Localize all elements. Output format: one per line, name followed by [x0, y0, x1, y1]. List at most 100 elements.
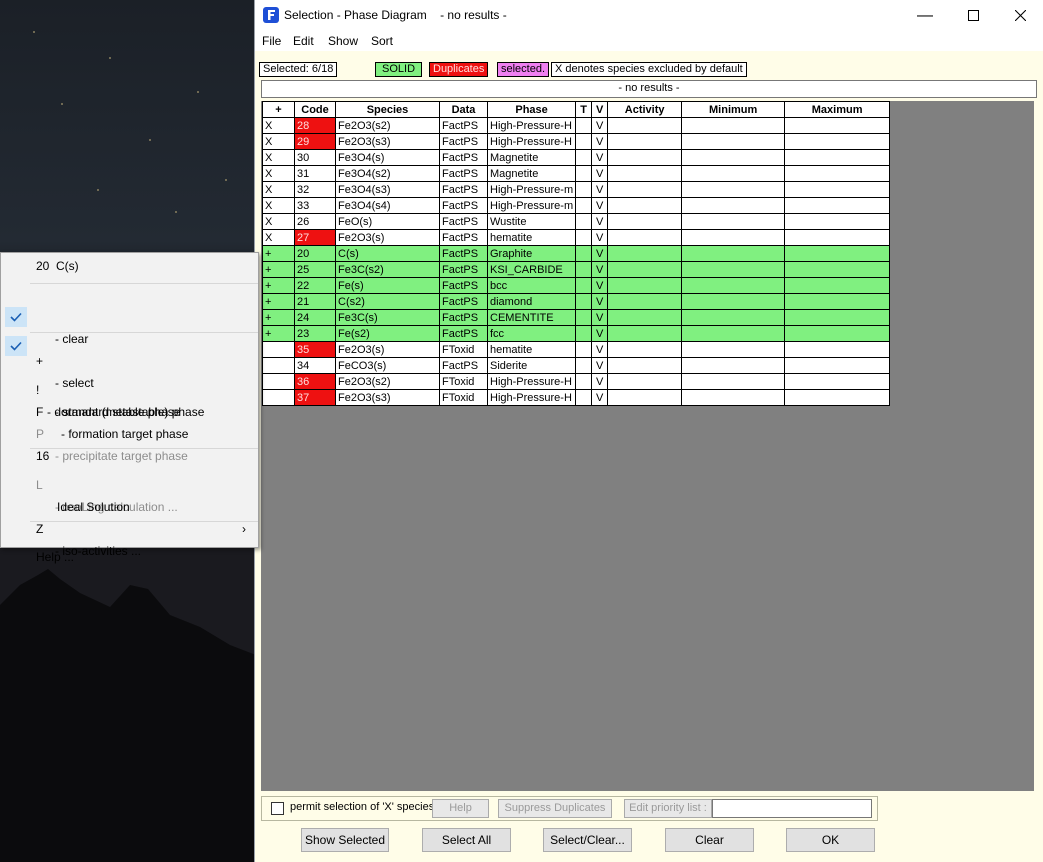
cell-code[interactable]: 26: [294, 213, 336, 230]
cell-select[interactable]: +: [262, 293, 295, 310]
ctx-item-ideal-solution[interactable]: Ideal Solution ›: [2, 474, 258, 536]
table-row[interactable]: 37 Fe2O3(s3) FToxid High-Pressure-H V: [262, 389, 891, 406]
col-header-species[interactable]: Species: [335, 101, 440, 118]
cell-maximum[interactable]: [784, 373, 891, 390]
cell-data[interactable]: FactPS: [439, 213, 488, 230]
cell-code[interactable]: 25: [294, 261, 336, 278]
cell-t[interactable]: [575, 277, 593, 294]
cell-activity[interactable]: [607, 293, 683, 310]
cell-v[interactable]: V: [591, 245, 609, 262]
cell-data[interactable]: FToxid: [439, 373, 488, 390]
menu-show[interactable]: Show: [328, 34, 358, 48]
cell-minimum[interactable]: [681, 181, 786, 198]
cell-v[interactable]: V: [591, 357, 609, 374]
cell-code[interactable]: 30: [294, 149, 336, 166]
cell-select[interactable]: [262, 373, 295, 390]
cell-minimum[interactable]: [681, 229, 786, 246]
col-header-code[interactable]: Code: [294, 101, 336, 118]
cell-activity[interactable]: [607, 117, 683, 134]
cell-minimum[interactable]: [681, 197, 786, 214]
cell-v[interactable]: V: [591, 277, 609, 294]
cell-activity[interactable]: [607, 229, 683, 246]
cell-activity[interactable]: [607, 261, 683, 278]
cell-data[interactable]: FactPS: [439, 165, 488, 182]
cell-species[interactable]: Fe2O3(s): [335, 341, 440, 358]
table-row[interactable]: X 27 Fe2O3(s) FactPS hematite V: [262, 229, 891, 246]
cell-code[interactable]: 23: [294, 325, 336, 342]
cell-minimum[interactable]: [681, 309, 786, 326]
ctx-item-cooling[interactable]: L - cooLing calculation ...: [2, 452, 258, 514]
ctx-item-select[interactable]: + - select: [2, 306, 258, 390]
cell-code[interactable]: 24: [294, 309, 336, 326]
cell-data[interactable]: FactPS: [439, 117, 488, 134]
table-row[interactable]: X 28 Fe2O3(s2) FactPS High-Pressure-H V: [262, 117, 891, 134]
table-row[interactable]: X 26 FeO(s) FactPS Wustite V: [262, 213, 891, 230]
cell-minimum[interactable]: [681, 293, 786, 310]
cell-select[interactable]: X: [262, 229, 295, 246]
cell-v[interactable]: V: [591, 373, 609, 390]
select-clear-button[interactable]: Select/Clear...: [543, 828, 632, 852]
cell-v[interactable]: V: [591, 181, 609, 198]
menu-file[interactable]: File: [262, 34, 281, 48]
cell-phase[interactable]: hematite: [486, 229, 577, 246]
col-header-phase[interactable]: Phase: [486, 101, 577, 118]
cell-t[interactable]: [575, 389, 593, 406]
cell-species[interactable]: FeCO3(s): [335, 357, 440, 374]
cell-select[interactable]: +: [262, 245, 295, 262]
cell-phase[interactable]: High-Pressure-H: [486, 133, 577, 150]
cell-maximum[interactable]: [784, 197, 891, 214]
permit-x-checkbox[interactable]: [271, 802, 284, 815]
table-row[interactable]: +21 C(s2) FactPS diamond V: [262, 293, 891, 310]
cell-minimum[interactable]: [681, 245, 786, 262]
ctx-item-formation-target[interactable]: F - formation target phase: [2, 379, 258, 441]
cell-maximum[interactable]: [784, 229, 891, 246]
cell-t[interactable]: [575, 149, 593, 166]
cell-phase[interactable]: CEMENTITE: [486, 309, 577, 326]
cell-v[interactable]: V: [591, 389, 609, 406]
cell-minimum[interactable]: [681, 357, 786, 374]
cell-activity[interactable]: [607, 149, 683, 166]
cell-data[interactable]: FToxid: [439, 389, 488, 406]
cell-data[interactable]: FactPS: [439, 149, 488, 166]
cell-phase[interactable]: diamond: [486, 293, 577, 310]
cell-species[interactable]: Fe2O3(s3): [335, 389, 440, 406]
close-button[interactable]: [997, 0, 1043, 31]
cell-data[interactable]: FactPS: [439, 309, 488, 326]
cell-minimum[interactable]: [681, 325, 786, 342]
cell-species[interactable]: Fe(s): [335, 277, 440, 294]
cell-t[interactable]: [575, 229, 593, 246]
table-row[interactable]: 36 Fe2O3(s2) FToxid High-Pressure-H V: [262, 373, 891, 390]
col-header-select[interactable]: +: [262, 101, 295, 118]
cell-maximum[interactable]: [784, 277, 891, 294]
col-header-minimum[interactable]: Minimum: [681, 101, 786, 118]
cell-maximum[interactable]: [784, 149, 891, 166]
cell-v[interactable]: V: [591, 117, 609, 134]
cell-phase[interactable]: KSI_CARBIDE: [486, 261, 577, 278]
cell-species[interactable]: Fe3C(s): [335, 309, 440, 326]
cell-activity[interactable]: [607, 245, 683, 262]
suppress-duplicates-button[interactable]: Suppress Duplicates: [498, 799, 612, 818]
cell-t[interactable]: [575, 341, 593, 358]
cell-data[interactable]: FactPS: [439, 261, 488, 278]
cell-phase[interactable]: Magnetite: [486, 149, 577, 166]
cell-t[interactable]: [575, 165, 593, 182]
cell-select[interactable]: X: [262, 133, 295, 150]
col-header-maximum[interactable]: Maximum: [784, 101, 891, 118]
cell-activity[interactable]: [607, 197, 683, 214]
cell-select[interactable]: +: [262, 277, 295, 294]
cell-code[interactable]: 37: [294, 389, 336, 406]
cell-code[interactable]: 35: [294, 341, 336, 358]
table-row[interactable]: +20 C(s) FactPS Graphite V: [262, 245, 891, 262]
ctx-item-clear[interactable]: - clear: [2, 284, 258, 346]
menu-edit[interactable]: Edit: [293, 34, 314, 48]
cell-t[interactable]: [575, 245, 593, 262]
cell-species[interactable]: Fe3C(s2): [335, 261, 440, 278]
cell-t[interactable]: [575, 293, 593, 310]
cell-select[interactable]: +: [262, 309, 295, 326]
cell-activity[interactable]: [607, 133, 683, 150]
cell-data[interactable]: FactPS: [439, 325, 488, 342]
table-row[interactable]: 34 FeCO3(s) FactPS Siderite V: [262, 357, 891, 374]
cell-code[interactable]: 28: [294, 117, 336, 134]
menu-sort[interactable]: Sort: [371, 34, 393, 48]
cell-code[interactable]: 31: [294, 165, 336, 182]
